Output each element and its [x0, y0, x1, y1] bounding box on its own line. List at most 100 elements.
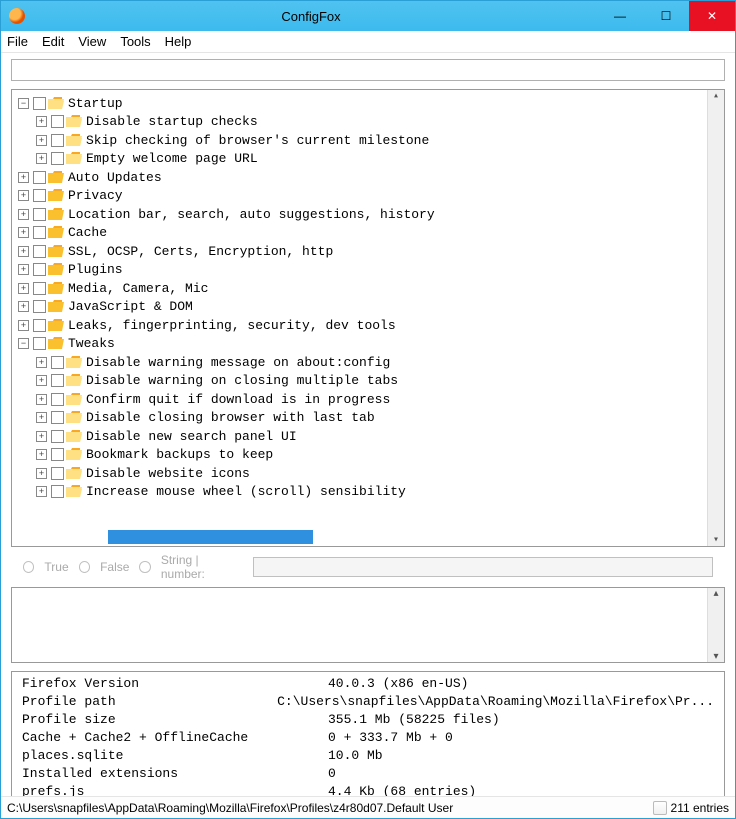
info-value: 355.1 Mb (58225 files)	[328, 712, 500, 730]
tree-row[interactable]: + Increase mouse wheel (scroll) sensibil…	[12, 483, 724, 502]
tree-row[interactable]: + Disable warning message on about:confi…	[12, 353, 724, 372]
info-row: places.sqlite10.0 Mb	[22, 748, 714, 766]
tree-row[interactable]: + Disable website icons	[12, 464, 724, 483]
menu-tools[interactable]: Tools	[120, 34, 150, 49]
checkbox[interactable]	[51, 467, 64, 480]
tree-row[interactable]: + Disable warning on closing multiple ta…	[12, 372, 724, 391]
expand-toggle[interactable]: +	[18, 320, 29, 331]
checkbox[interactable]	[51, 411, 64, 424]
tree-label: Leaks, fingerprinting, security, dev too…	[68, 318, 396, 333]
folder-icon	[66, 430, 82, 443]
expand-toggle[interactable]: +	[36, 412, 47, 423]
folder-icon	[48, 300, 64, 313]
value-input[interactable]	[253, 557, 713, 577]
checkbox[interactable]	[33, 189, 46, 202]
checkbox[interactable]	[33, 208, 46, 221]
expand-toggle[interactable]: +	[18, 172, 29, 183]
desc-scrollbar[interactable]	[707, 588, 724, 662]
tree-label: SSL, OCSP, Certs, Encryption, http	[68, 244, 333, 259]
info-key: places.sqlite	[22, 748, 328, 766]
tree-row[interactable]: + Empty welcome page URL	[12, 150, 724, 169]
expand-toggle[interactable]: +	[18, 190, 29, 201]
folder-icon	[48, 282, 64, 295]
checkbox[interactable]	[33, 319, 46, 332]
expand-toggle[interactable]: +	[36, 431, 47, 442]
checkbox[interactable]	[51, 115, 64, 128]
checkbox[interactable]	[33, 300, 46, 313]
checkbox[interactable]	[51, 134, 64, 147]
expand-toggle[interactable]: +	[36, 375, 47, 386]
tree-row[interactable]: + Disable new search panel UI	[12, 427, 724, 446]
tree-row[interactable]: + Media, Camera, Mic	[12, 279, 724, 298]
expand-toggle[interactable]: +	[18, 246, 29, 257]
folder-icon	[66, 115, 82, 128]
radio-string[interactable]	[139, 561, 150, 573]
checkbox[interactable]	[51, 152, 64, 165]
expand-toggle[interactable]: +	[18, 227, 29, 238]
checkbox[interactable]	[51, 393, 64, 406]
tree-row[interactable]: − Startup	[12, 94, 724, 113]
info-row: Profile pathC:\Users\snapfiles\AppData\R…	[22, 694, 714, 712]
minimize-button[interactable]: —	[597, 1, 643, 31]
tree-row[interactable]: + Skip checking of browser's current mil…	[12, 131, 724, 150]
expand-toggle[interactable]: +	[18, 283, 29, 294]
radio-false[interactable]	[79, 561, 90, 573]
checkbox[interactable]	[51, 485, 64, 498]
checkbox[interactable]	[33, 171, 46, 184]
tree-row[interactable]: + Privacy	[12, 187, 724, 206]
info-value: 0	[328, 766, 336, 784]
tree-label: Media, Camera, Mic	[68, 281, 208, 296]
tree-row[interactable]: + Disable closing browser with last tab	[12, 409, 724, 428]
expand-toggle[interactable]: +	[18, 264, 29, 275]
checkbox[interactable]	[33, 97, 46, 110]
tree-row[interactable]: + Leaks, fingerprinting, security, dev t…	[12, 316, 724, 335]
expand-toggle[interactable]: +	[36, 357, 47, 368]
expand-toggle[interactable]: +	[36, 449, 47, 460]
tree-row[interactable]: + SSL, OCSP, Certs, Encryption, http	[12, 242, 724, 261]
tree-row[interactable]: + Bookmark backups to keep	[12, 446, 724, 465]
checkbox[interactable]	[51, 448, 64, 461]
tree-row[interactable]: + Confirm quit if download is in progres…	[12, 390, 724, 409]
radio-false-label: False	[100, 560, 129, 574]
expand-toggle[interactable]: +	[36, 116, 47, 127]
expand-toggle[interactable]: +	[36, 394, 47, 405]
info-key: Installed extensions	[22, 766, 328, 784]
search-input[interactable]	[11, 59, 725, 81]
checkbox[interactable]	[33, 282, 46, 295]
menu-edit[interactable]: Edit	[42, 34, 64, 49]
checkbox[interactable]	[33, 337, 46, 350]
expand-toggle[interactable]: −	[18, 98, 29, 109]
menu-file[interactable]: File	[7, 34, 28, 49]
tree-row[interactable]: + Cache	[12, 224, 724, 243]
expand-toggle[interactable]: +	[18, 209, 29, 220]
radio-true[interactable]	[23, 561, 34, 573]
expand-toggle[interactable]: +	[36, 468, 47, 479]
checkbox[interactable]	[33, 245, 46, 258]
tree-label: Startup	[68, 96, 123, 111]
expand-toggle[interactable]: +	[36, 486, 47, 497]
checkbox[interactable]	[51, 430, 64, 443]
expand-toggle[interactable]: −	[18, 338, 29, 349]
checkbox[interactable]	[33, 226, 46, 239]
menu-view[interactable]: View	[78, 34, 106, 49]
titlebar[interactable]: ConfigFox — ☐ ✕	[1, 1, 735, 31]
expand-toggle[interactable]: +	[36, 135, 47, 146]
checkbox[interactable]	[51, 374, 64, 387]
expand-toggle[interactable]: +	[36, 153, 47, 164]
tree-row[interactable]: + Location bar, search, auto suggestions…	[12, 205, 724, 224]
tree-scrollbar[interactable]	[707, 90, 724, 546]
expand-toggle[interactable]: +	[18, 301, 29, 312]
info-value: 40.0.3 (x86 en-US)	[328, 676, 468, 694]
maximize-button[interactable]: ☐	[643, 1, 689, 31]
tree-row[interactable]: + Plugins	[12, 261, 724, 280]
tree-row[interactable]: + Auto Updates	[12, 168, 724, 187]
close-button[interactable]: ✕	[689, 1, 735, 31]
checkbox[interactable]	[33, 263, 46, 276]
menu-help[interactable]: Help	[165, 34, 192, 49]
tree-row[interactable]: + Disable startup checks	[12, 113, 724, 132]
folder-icon	[66, 356, 82, 369]
tree-row[interactable]: − Tweaks	[12, 335, 724, 354]
tree-row[interactable]: + JavaScript & DOM	[12, 298, 724, 317]
info-value: 10.0 Mb	[328, 748, 383, 766]
checkbox[interactable]	[51, 356, 64, 369]
